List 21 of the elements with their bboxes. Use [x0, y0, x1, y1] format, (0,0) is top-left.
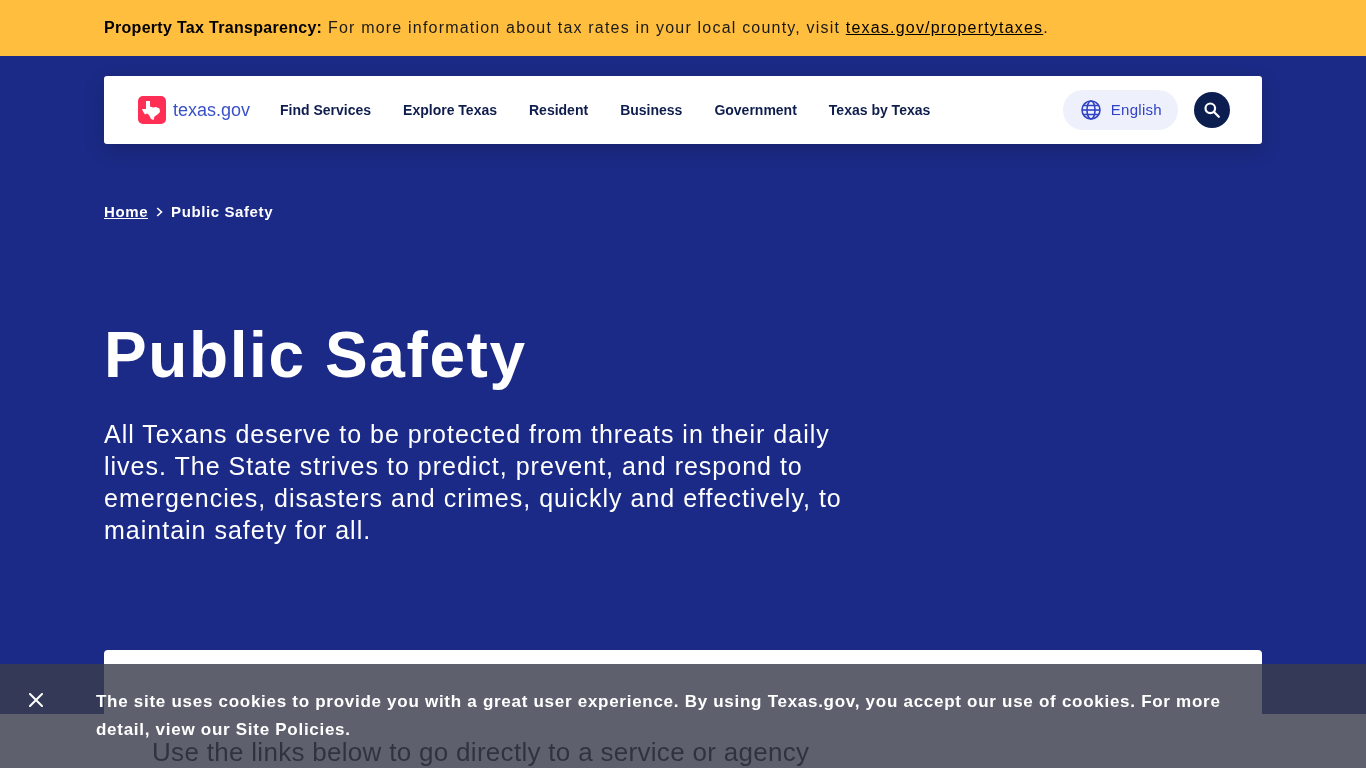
chevron-right-icon	[156, 207, 164, 217]
breadcrumb-link[interactable]: Home	[104, 201, 149, 223]
page-description: All Texans deserve to be protected from threats in their daily lives. The State strives to predict, prevent, and respond to emergencies, disasters and crimes, quickly and effectively, to maintain safety for all.	[104, 419, 843, 546]
globe-icon	[1080, 100, 1101, 120]
search-icon	[1204, 102, 1220, 118]
alert-message: Property Tax Transparency: For more information about tax rates in your local county, visit texas.gov/propertytaxes.	[104, 18, 1050, 38]
texas-map-icon	[138, 96, 166, 124]
nav-link[interactable]: Find Services	[280, 99, 372, 121]
site-logo[interactable]: texas.gov	[138, 96, 251, 124]
nav-link[interactable]: Resident	[529, 99, 589, 121]
nav-link[interactable]: Business	[620, 99, 683, 121]
page-title: Public Safety	[104, 320, 528, 390]
property-taxes-link[interactable]: texas.gov/propertytaxes	[845, 19, 1044, 36]
nav-link[interactable]: Explore Texas	[403, 99, 497, 121]
cookie-message: The site uses cookies to provide you with a great user experience. By using Texas.gov, you accept our use of cookies. For more detail, view our Site Policies.	[96, 691, 1222, 741]
language-button[interactable]: English	[1062, 90, 1178, 130]
nav-link[interactable]: Government	[714, 99, 797, 121]
breadcrumb-current: Public Safety	[171, 202, 274, 222]
nav-link[interactable]: Texas by Texas	[828, 99, 931, 121]
close-icon	[29, 693, 43, 707]
search-button[interactable]	[1194, 92, 1230, 128]
